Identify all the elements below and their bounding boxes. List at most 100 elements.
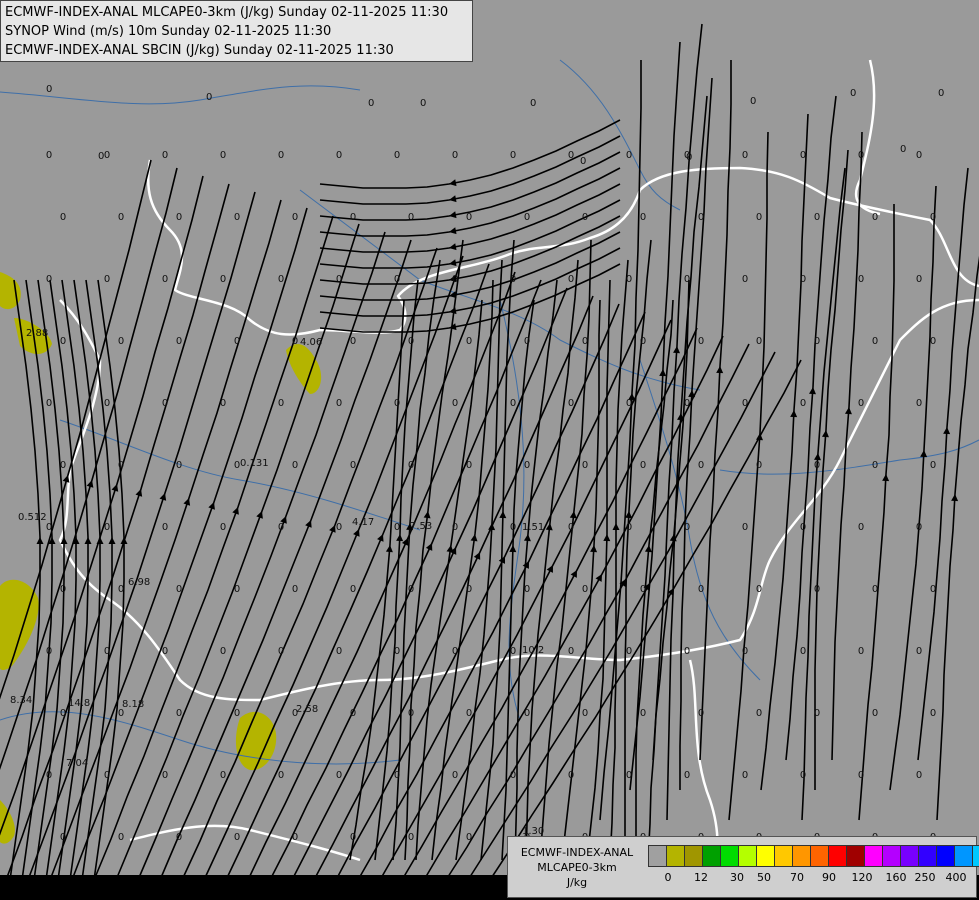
cape-value-label: 0 [117,336,125,347]
cape-value-label: 0 [349,336,357,347]
cape-value-label: 0 [291,584,299,595]
cape-value-label: 0 [523,584,531,595]
streamline [679,77,713,790]
cape-value-label: 0 [161,150,169,161]
streamline-arrowhead [449,227,457,235]
cape-value-label: 0 [509,770,517,781]
cape-value-label: 0 [407,832,415,843]
streamline [93,215,334,881]
cape-value-label: 0 [393,522,401,533]
cape-value-label: 0 [103,522,111,533]
cape-value-label: 0 [103,770,111,781]
cape-value-label: 0 [915,274,923,285]
cape-value-label: 0 [929,336,937,347]
cape-value-label: 0 [420,98,427,109]
cape-value-label: 0 [697,212,705,223]
cape-value-label: 0 [857,646,865,657]
cape-value-label: 0 [755,336,763,347]
cape-value-label: 0 [625,770,633,781]
cape-value-label: 0 [407,708,415,719]
streamline [455,259,503,861]
cape-value-label: 0 [915,150,923,161]
cape-value-label: 0 [277,274,285,285]
weather-map[interactable]: 0 0 0 0 0 0 0 0 0 0 0 0 2.88 4.06 0.131 0.512 4.17 7.53 1.… [0,0,979,900]
legend-title-line2: MLCAPE0-3km [537,861,617,874]
cape-value-label: 0 [581,584,589,595]
cape-value-label: 6.98 [128,577,151,588]
legend-tick-label: 30 [730,871,744,884]
legend-swatch [973,846,979,866]
cape-value-label: 0 [929,708,937,719]
streamline [319,151,621,221]
cape-value-label: 0 [291,336,299,347]
cape-value-label: 0 [277,522,285,533]
cape-value-label: 1.51 [522,522,545,533]
legend-tick-label: 250 [914,871,936,884]
cape-value-label: 0 [335,274,343,285]
legend-tick-label: 160 [885,871,907,884]
legend-swatch [811,846,829,866]
cape-value-label: 0 [233,708,241,719]
streamline-arrowhead [449,195,457,203]
cape-value-label: 0 [683,770,691,781]
cape-value-label: 0 [741,770,749,781]
cape-value-label: 0 [465,708,473,719]
cape-value-label: 0 [175,460,183,471]
cape-value-label: 0 [741,398,749,409]
cape-value-label: 0 [335,398,343,409]
legend-swatches [648,845,979,867]
streamline-arrowhead [920,450,928,458]
cape-value-label: 0 [175,708,183,719]
streamline [760,113,809,791]
cape-value-label: 0 [45,398,53,409]
rivers [0,59,979,765]
cape-value-label: 0 [175,336,183,347]
cape-value-label: 0 [850,88,857,99]
cape-value-label: 0 [233,584,241,595]
streamline-arrowhead [882,474,890,482]
cape-value-label: 0 [799,646,807,657]
cape-value-label: 0 [117,832,125,843]
streamline [115,223,360,881]
cape-value-label: 14.8 [68,698,91,709]
legend-title-line1: ECMWF-INDEX-ANAL [520,846,634,859]
cape-value-label: 0 [683,150,691,161]
cape-value-label: 0 [59,336,67,347]
legend-tick-label: 400 [945,871,967,884]
cape-value-label: 0 [813,212,821,223]
cape-value-label: 0.131 [240,458,269,469]
border [129,824,361,862]
cape-value-label: 0 [175,212,183,223]
streamline [599,60,642,821]
cape-value-label: 0 [625,274,633,285]
streamline-arrowhead [756,433,764,441]
cape-value-label: 0 [393,274,401,285]
streamline-arrowhead [446,545,454,553]
cape-value-label: 0 [161,274,169,285]
streamline [319,135,621,205]
cape-value-label: 0 [59,832,67,843]
cape-value-label: 0 [799,522,807,533]
streamline [335,303,620,881]
legend-swatch [901,846,919,866]
legend-ticks: 0 12 30 50 70 90 120 160 250 400 [648,871,978,887]
legend-tick-label: 90 [822,871,836,884]
cape-value-label: 0 [117,460,125,471]
legend-title-line3: J/kg [566,876,588,889]
streamline [917,167,969,761]
cape-value-label: 10.2 [522,645,545,656]
cape-value-label: 0 [407,584,415,595]
streamline [319,199,621,269]
cape-value-label: 0 [915,770,923,781]
streamline-arrowhead [159,493,167,501]
streamline [0,175,204,836]
streamline [0,167,178,771]
cape-value-label: 0 [813,584,821,595]
cape-value-label: 0 [697,708,705,719]
streamline [445,343,750,881]
legend-swatch [883,846,901,866]
cape-value-label: 0 [46,84,53,95]
cape-value-label: 0 [368,98,375,109]
cape-value-label: 0 [175,584,183,595]
legend-tick-label: 70 [790,871,804,884]
